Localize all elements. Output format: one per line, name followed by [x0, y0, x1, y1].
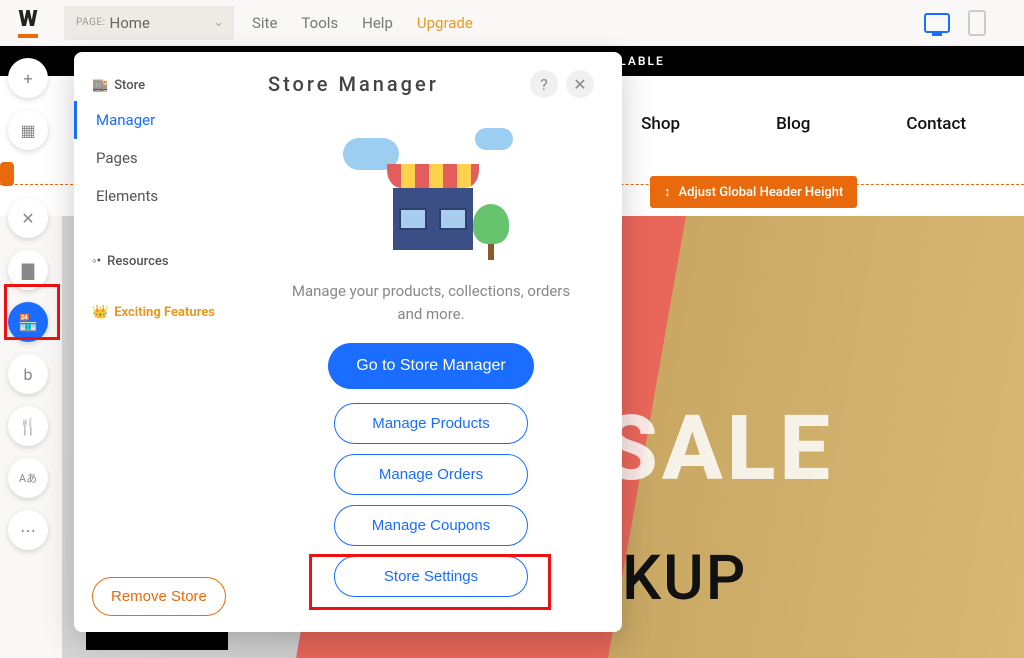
hero-kup-text: KUP: [622, 542, 747, 615]
logo-bar: [18, 34, 38, 38]
page-selector[interactable]: PAGE: Home ⌄: [64, 6, 234, 40]
crown-icon: 👑: [92, 305, 108, 320]
sitenav-blog[interactable]: Blog: [776, 114, 810, 134]
exciting-label: Exciting Features: [114, 305, 215, 320]
fork-icon: 🍴: [18, 417, 38, 436]
store-settings-button[interactable]: Store Settings: [334, 556, 528, 597]
cloud-icon: [475, 128, 513, 150]
close-icon: ✕: [573, 75, 586, 94]
question-icon: ?: [540, 75, 548, 94]
close-button[interactable]: ✕: [566, 70, 594, 98]
sidebar-heading-store: 🏬 Store: [74, 70, 240, 101]
restaurant-button[interactable]: 🍴: [8, 406, 48, 446]
tools-button[interactable]: ✕: [8, 198, 48, 238]
manage-products-button[interactable]: Manage Products: [334, 403, 528, 444]
sidebar-resources-label: Resources: [107, 254, 168, 269]
sidebar-heading-resources: ◦• Resources: [74, 245, 240, 277]
layout-button[interactable]: ▦: [8, 110, 48, 150]
topbar: W PAGE: Home ⌄ Site Tools Help Upgrade: [0, 0, 1024, 46]
remove-store-button[interactable]: Remove Store: [92, 577, 226, 616]
store-small-icon: 🏬: [92, 78, 108, 93]
shop-icon: [387, 164, 479, 250]
drag-handle[interactable]: [0, 162, 14, 186]
manage-coupons-button[interactable]: Manage Coupons: [334, 505, 528, 546]
more-icon: ⋯: [20, 521, 36, 540]
folder-icon: ▇: [22, 261, 34, 280]
tree-icon: [473, 204, 509, 260]
nav-site[interactable]: Site: [252, 14, 277, 32]
resize-vertical-icon: ↕: [664, 184, 671, 200]
go-store-manager-button[interactable]: Go to Store Manager: [328, 343, 533, 389]
plus-icon: +: [23, 69, 32, 88]
adjust-header-button[interactable]: ↕ Adjust Global Header Height: [650, 176, 857, 208]
modal-main: Store Manager ? ✕ Manage your products, …: [240, 52, 622, 632]
more-button[interactable]: ⋯: [8, 510, 48, 550]
sidebar-item-manager[interactable]: Manager: [74, 101, 240, 139]
hero-sale-text: SALE: [602, 396, 834, 501]
nav-help[interactable]: Help: [362, 14, 393, 32]
help-button[interactable]: ?: [530, 70, 558, 98]
store-manager-modal: 🏬 Store Manager Pages Elements ◦• Resour…: [74, 52, 622, 632]
nav-upgrade[interactable]: Upgrade: [417, 14, 473, 32]
adjust-header-label: Adjust Global Header Height: [679, 185, 844, 200]
resources-icon: ◦•: [92, 253, 101, 269]
chat-icon: b: [24, 365, 33, 384]
logo[interactable]: W: [10, 7, 46, 39]
sidebar-exciting-features[interactable]: 👑 Exciting Features: [74, 295, 240, 330]
nav-tools[interactable]: Tools: [301, 14, 338, 32]
highlight-store-button: [4, 284, 60, 340]
add-element-button[interactable]: +: [8, 58, 48, 98]
modal-description: Manage your products, collections, order…: [291, 280, 571, 325]
sitenav-shop[interactable]: Shop: [641, 114, 680, 134]
remove-store-wrap: Remove Store: [92, 577, 226, 616]
translate-icon: Aあ: [19, 470, 37, 486]
modal-title: Store Manager: [268, 72, 439, 96]
logo-w-icon: W: [18, 7, 37, 32]
chat-button[interactable]: b: [8, 354, 48, 394]
sidebar-item-elements[interactable]: Elements: [74, 177, 240, 215]
tools-icon: ✕: [21, 209, 34, 228]
grid-icon: ▦: [20, 121, 35, 140]
page-value: Home: [110, 14, 150, 32]
sidebar-item-pages[interactable]: Pages: [74, 139, 240, 177]
sitenav-contact[interactable]: Contact: [906, 114, 966, 134]
chevron-down-icon: ⌄: [213, 15, 224, 30]
modal-sidebar: 🏬 Store Manager Pages Elements ◦• Resour…: [74, 52, 240, 632]
top-nav: Site Tools Help Upgrade: [252, 14, 473, 32]
page-label: PAGE:: [76, 17, 106, 28]
device-switcher: [924, 10, 1014, 36]
manage-orders-button[interactable]: Manage Orders: [334, 454, 528, 495]
desktop-icon[interactable]: [924, 13, 950, 33]
translate-button[interactable]: Aあ: [8, 458, 48, 498]
sidebar-store-label: Store: [114, 78, 145, 93]
store-illustration: [341, 120, 521, 270]
tablet-icon[interactable]: [968, 10, 986, 36]
